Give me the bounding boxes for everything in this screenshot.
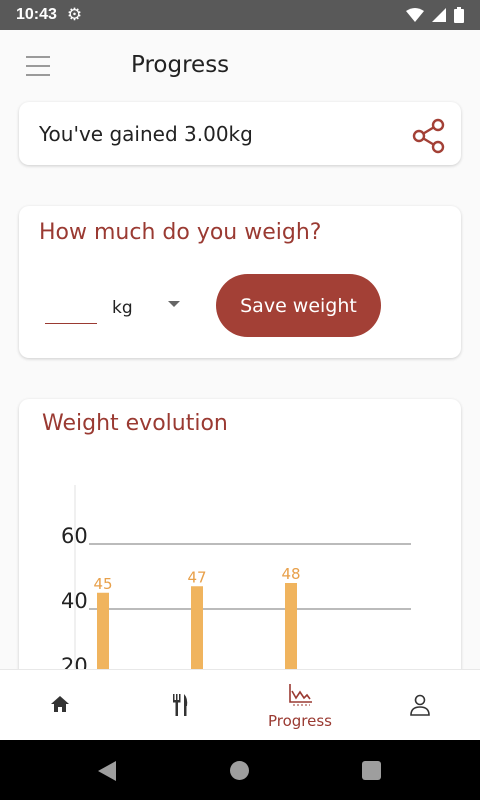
home-circle-icon[interactable] xyxy=(230,761,249,780)
nav-meals[interactable] xyxy=(120,670,240,740)
dropdown-arrow-icon xyxy=(168,301,180,307)
weight-entry-card: How much do you weigh? kg Save weight xyxy=(19,206,461,358)
profile-icon xyxy=(410,694,430,716)
status-time: 10:43 xyxy=(16,6,57,23)
share-icon[interactable] xyxy=(411,118,447,154)
status-bar: 10:43 ⚙ xyxy=(0,0,480,30)
unit-dropdown[interactable]: kg xyxy=(112,294,192,322)
y-tick-label: 60 xyxy=(61,524,88,548)
signal-icon xyxy=(432,8,446,22)
nav-progress-label: Progress xyxy=(267,712,332,730)
y-tick-label: 40 xyxy=(61,589,88,613)
unit-selected-value: kg xyxy=(112,298,133,318)
progress-chart-icon xyxy=(289,684,312,706)
battery-icon xyxy=(454,7,464,23)
nav-home[interactable] xyxy=(0,670,120,740)
hamburger-icon[interactable] xyxy=(26,56,50,76)
fork-knife-icon xyxy=(173,694,188,716)
page-title: Progress xyxy=(131,52,230,78)
back-icon[interactable] xyxy=(98,761,116,781)
gear-icon: ⚙ xyxy=(66,5,83,25)
home-icon xyxy=(51,696,69,712)
bar-data-label: 47 xyxy=(187,568,206,586)
nav-profile[interactable] xyxy=(360,670,480,740)
bottom-navigation: Progress xyxy=(0,669,480,740)
nav-progress[interactable]: Progress xyxy=(240,670,360,740)
save-weight-button[interactable]: Save weight xyxy=(216,274,381,337)
system-navigation-bar xyxy=(0,740,480,800)
status-icons xyxy=(406,7,464,23)
weight-gain-text: You've gained 3.00kg xyxy=(39,122,253,146)
wifi-icon xyxy=(406,8,424,22)
bar-data-label: 48 xyxy=(281,565,300,583)
recents-icon[interactable] xyxy=(362,761,381,780)
weight-question-title: How much do you weigh? xyxy=(39,220,322,245)
app-bar: Progress xyxy=(0,30,480,102)
weight-input[interactable] xyxy=(45,296,97,324)
weight-gain-card: You've gained 3.00kg xyxy=(19,102,461,165)
bar-data-label: 45 xyxy=(93,575,112,593)
